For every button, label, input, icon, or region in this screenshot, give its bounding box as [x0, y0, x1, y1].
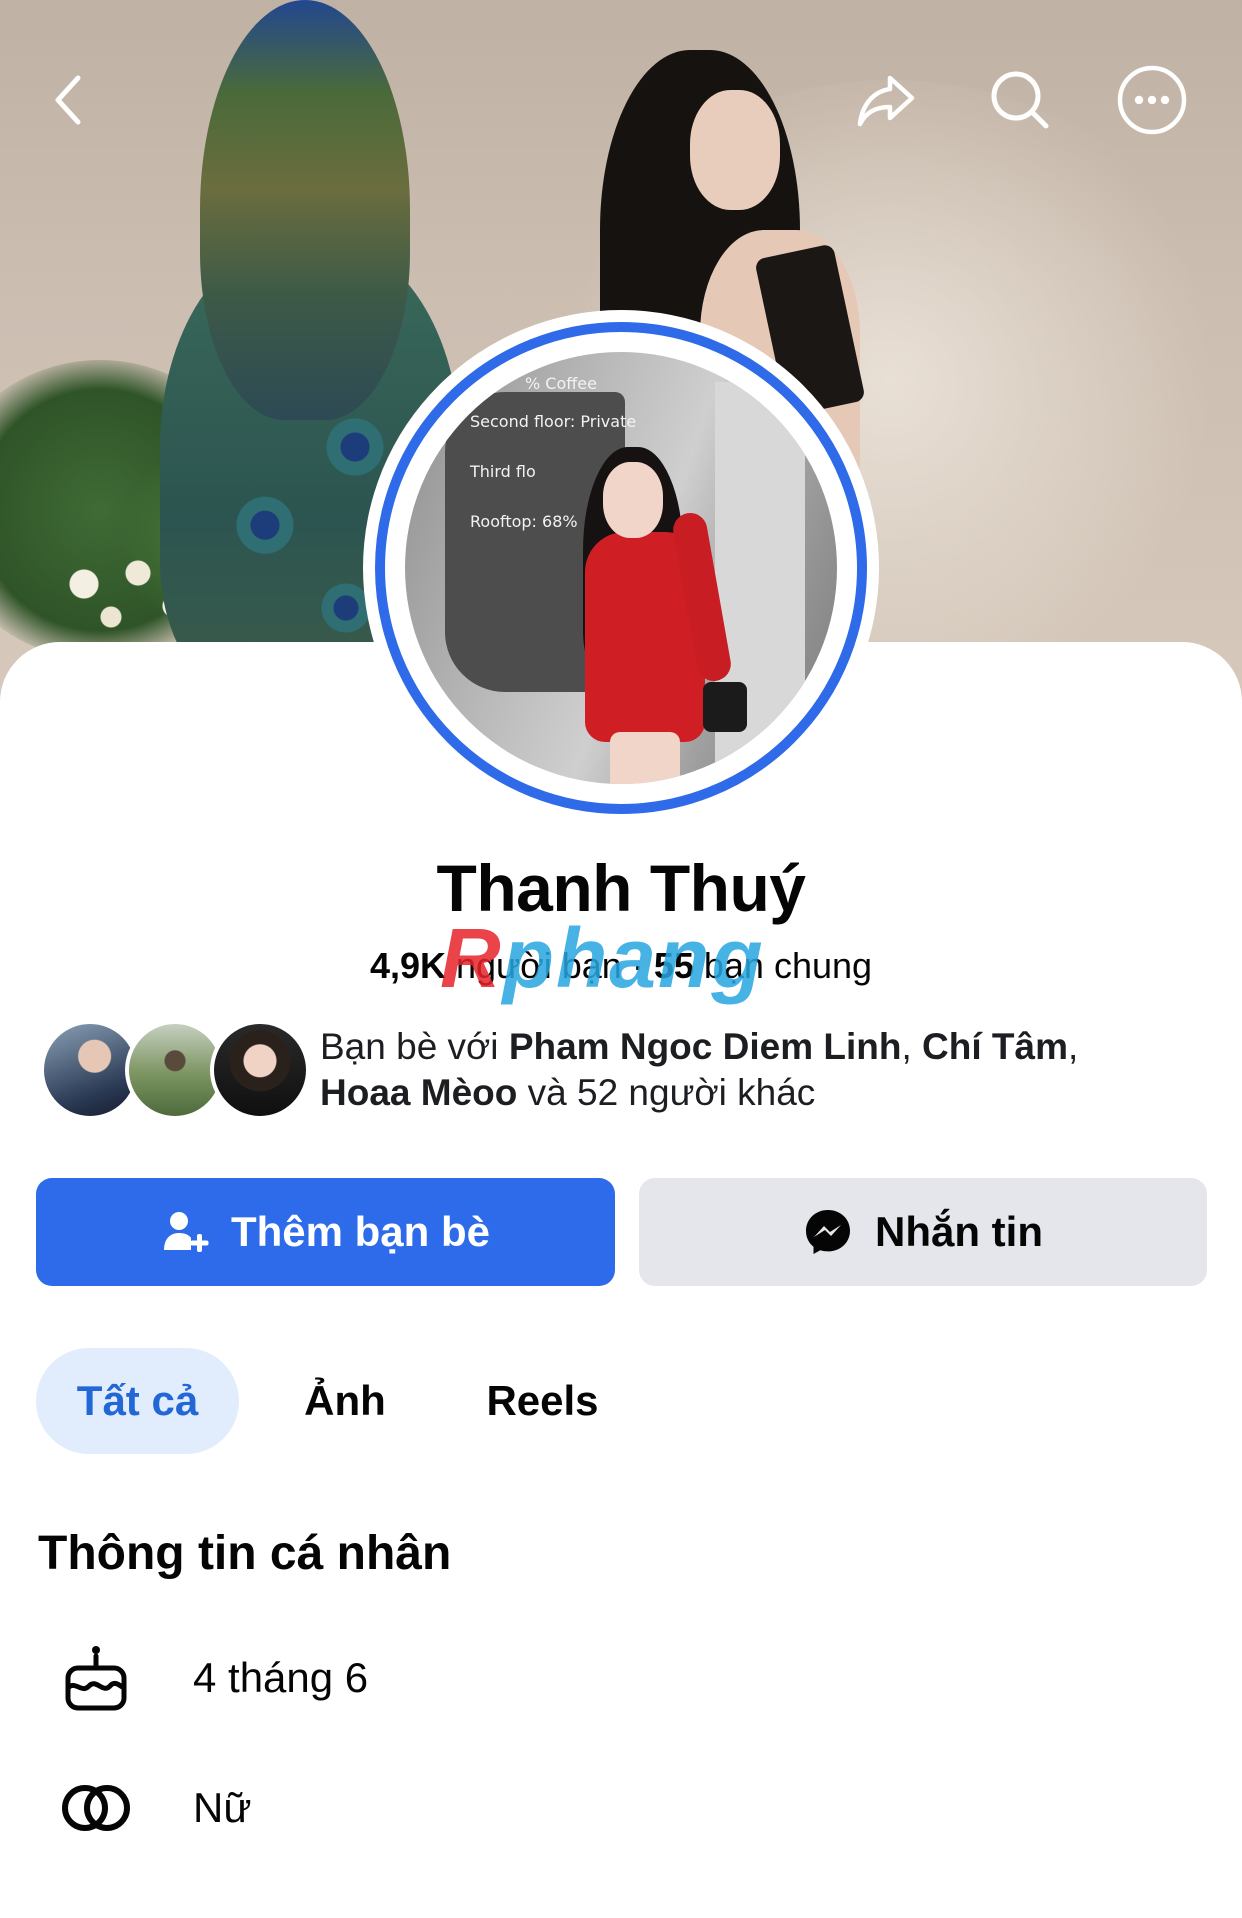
avatar-person-legs — [610, 732, 680, 784]
cover-person-face — [690, 90, 780, 210]
cake-icon — [65, 1646, 127, 1711]
mutual-friend-avatar[interactable] — [210, 1020, 310, 1120]
search-button[interactable] — [982, 62, 1058, 138]
gender-row: Nữ — [0, 1762, 1242, 1852]
avatar-handbag — [703, 682, 747, 732]
more-dots-icon — [1117, 65, 1187, 135]
avatar-sign-text: Second floor: Private — [470, 412, 637, 431]
birthday-value: 4 tháng 6 — [193, 1654, 369, 1701]
share-button[interactable] — [848, 62, 924, 138]
avatar-sign-text: Rooftop: 68% — [470, 512, 578, 531]
chevron-left-icon — [55, 75, 81, 125]
tab-all[interactable]: Tất cả — [36, 1348, 239, 1454]
story-ring: % Coffee Second floor: Private Third flo… — [375, 322, 867, 814]
mutual-friend-avatars[interactable] — [40, 1020, 310, 1120]
messenger-icon — [806, 1210, 850, 1254]
mutual-friend-name[interactable]: Chí Tâm — [922, 1026, 1068, 1067]
tab-photos[interactable]: Ảnh — [280, 1348, 410, 1454]
add-friend-label: Thêm bạn bè — [230, 1208, 491, 1255]
birthday-row: 4 tháng 6 — [0, 1632, 1242, 1722]
add-friend-button[interactable]: Thêm bạn bè — [36, 1178, 615, 1286]
back-button[interactable] — [32, 62, 108, 138]
share-arrow-icon — [857, 75, 915, 127]
profile-avatar[interactable]: % Coffee Second floor: Private Third flo… — [363, 310, 879, 826]
avatar-person-face — [603, 462, 663, 538]
message-button[interactable]: Nhắn tin — [639, 1178, 1207, 1286]
avatar-sign-text: Third flo — [470, 462, 536, 481]
tab-reels[interactable]: Reels — [470, 1348, 615, 1454]
friend-count: 4,9K — [369, 945, 447, 986]
avatar-photo: % Coffee Second floor: Private Third flo… — [405, 352, 837, 784]
search-icon — [991, 71, 1049, 129]
section-title: Thông tin cá nhân — [38, 1527, 452, 1580]
message-label: Nhắn tin — [875, 1208, 1043, 1255]
gender-rings-icon — [62, 1785, 130, 1831]
person-add-icon — [163, 1212, 209, 1252]
gender-value: Nữ — [193, 1784, 252, 1831]
mutual-friends-text[interactable]: Bạn bè với Pham Ngoc Diem Linh, Chí Tâm,… — [320, 1024, 1220, 1116]
mutual-friend-name[interactable]: Pham Ngoc Diem Linh — [509, 1026, 902, 1067]
watermark-logo: Rphang — [440, 911, 765, 1005]
more-button[interactable] — [1114, 62, 1190, 138]
cover-peacock — [200, 0, 410, 420]
avatar-sign-text: % Coffee — [525, 374, 597, 393]
mutual-friend-name[interactable]: Hoaa Mèoo — [320, 1072, 517, 1113]
